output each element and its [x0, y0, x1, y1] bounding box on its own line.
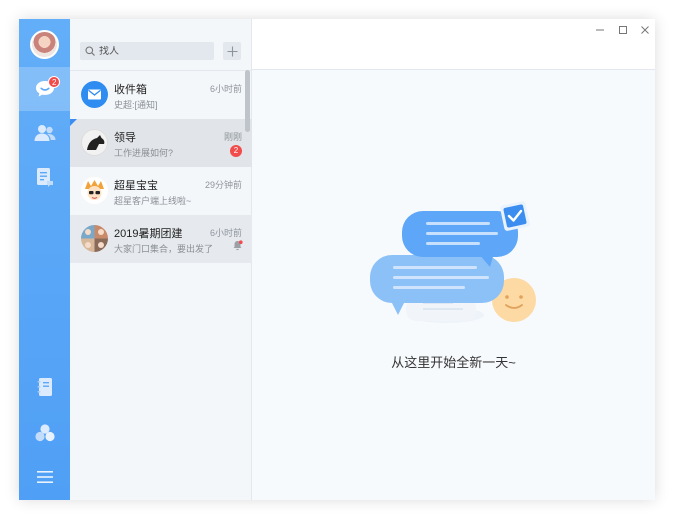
- add-button[interactable]: [223, 42, 241, 60]
- sidebar-item-notebook[interactable]: [19, 365, 70, 409]
- user-avatar[interactable]: [30, 30, 59, 59]
- conversation-item-leader[interactable]: 领导 刚刚 工作进展如何? 2: [70, 119, 252, 167]
- maximize-button[interactable]: [616, 23, 630, 37]
- sidebar-item-menu[interactable]: [19, 455, 70, 499]
- conversation-name: 2019暑期团建: [114, 228, 183, 240]
- mail-icon: [88, 89, 101, 100]
- conversation-preview: 史超:[通知]: [114, 100, 158, 110]
- cartoon-avatar-icon: [85, 180, 104, 200]
- sidebar-item-notes[interactable]: [19, 155, 70, 199]
- sidebar-item-chat[interactable]: 2: [19, 67, 70, 111]
- conversation-list: 收件箱 6小时前 史超:[通知] 领导 刚刚 工作进展如何? 2 超星宝宝 29…: [70, 71, 252, 263]
- inbox-avatar: [81, 81, 108, 108]
- conversation-name: 收件箱: [114, 84, 147, 96]
- conversation-time: 刚刚: [223, 132, 242, 142]
- pinned-flag-icon: [70, 119, 77, 126]
- close-icon: [641, 26, 649, 34]
- conversation-time: 6小时前: [209, 228, 242, 238]
- conversation-time: 29分钟前: [204, 180, 242, 190]
- search-input[interactable]: [99, 45, 209, 57]
- conversation-item-team-building[interactable]: 2019暑期团建 6小时前 大家门口集合，要出发了: [70, 215, 252, 263]
- sidebar-item-apps[interactable]: [19, 411, 70, 455]
- conversation-name: 超星宝宝: [114, 180, 158, 192]
- conversation-time: 6小时前: [209, 84, 242, 94]
- conversation-item-inbox[interactable]: 收件箱 6小时前 史超:[通知]: [70, 71, 252, 119]
- plus-icon: [227, 46, 237, 56]
- empty-state-message: 从这里开始全新一天~: [391, 355, 516, 370]
- close-button[interactable]: [638, 23, 652, 37]
- minimize-icon: [596, 29, 604, 31]
- title-bar: [252, 19, 655, 70]
- conversation-name: 领导: [114, 132, 136, 144]
- conversation-pane: 收件箱 6小时前 史超:[通知] 领导 刚刚 工作进展如何? 2: [70, 19, 252, 500]
- search-box[interactable]: [80, 42, 214, 60]
- sidebar-item-contacts[interactable]: [19, 111, 70, 155]
- group-photo-icon: [81, 225, 108, 252]
- group-avatar: [81, 225, 108, 252]
- contacts-icon: [34, 125, 55, 141]
- chat-unread-badge: 2: [48, 76, 61, 88]
- notebook-icon: [37, 378, 52, 396]
- dog-silhouette-icon: [87, 135, 105, 150]
- empty-state-illustration: [370, 201, 536, 323]
- minimize-button[interactable]: [593, 23, 607, 37]
- conversation-preview: 工作进展如何?: [114, 148, 174, 158]
- chaoxing-baby-avatar: [81, 177, 108, 204]
- unread-badge: 2: [230, 145, 242, 157]
- apps-icon: [34, 424, 55, 442]
- maximize-icon: [619, 26, 627, 34]
- app-window: 2 找人 收件箱 6小时前 史超:[通知] 领导 刚刚 工作进展如何? 2 超星…: [19, 19, 655, 500]
- document-icon: [36, 168, 53, 187]
- conversation-preview: 大家门口集合，要出发了: [114, 244, 214, 254]
- main-panel: 从这里开始全新一天~: [252, 19, 655, 500]
- menu-icon: [36, 471, 53, 483]
- search-icon: [85, 46, 95, 56]
- sidebar: 2: [19, 19, 70, 500]
- list-scrollbar[interactable]: [245, 70, 250, 132]
- mute-icon: [233, 240, 243, 251]
- conversation-preview: 超星客户端上线啦~: [114, 196, 192, 206]
- leader-avatar: [81, 129, 108, 156]
- conversation-item-chaoxing-baby[interactable]: 超星宝宝 29分钟前 超星客户端上线啦~: [70, 167, 252, 215]
